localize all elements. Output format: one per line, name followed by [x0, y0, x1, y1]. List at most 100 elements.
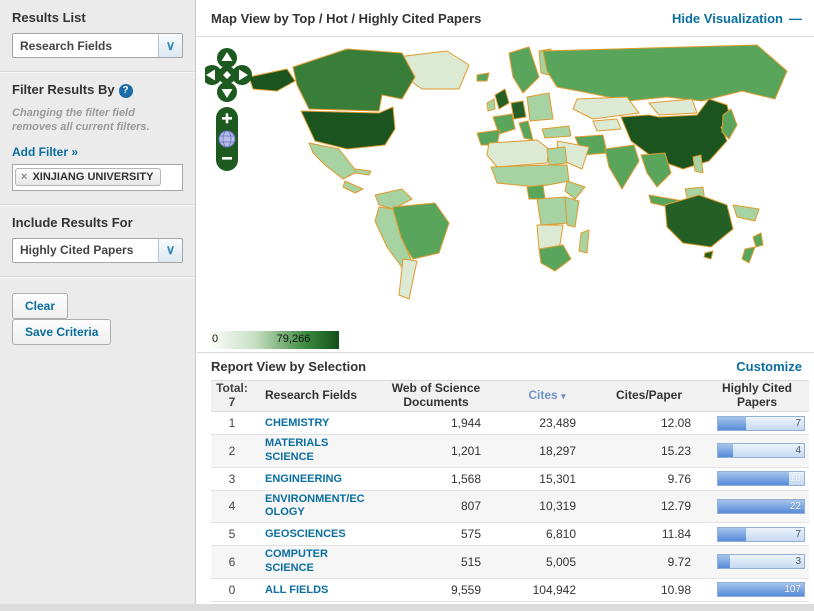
chevron-down-icon: ∨ — [158, 239, 182, 262]
cites-sort-link[interactable]: Cites ▾ — [528, 388, 565, 402]
map-controls[interactable] — [205, 45, 255, 177]
col-research-fields: Research Fields — [253, 389, 371, 403]
region-north-africa — [487, 140, 549, 167]
report-title: Report View by Selection — [211, 359, 736, 374]
filter-tag-label: XINJIANG UNIVERSITY — [32, 171, 153, 183]
region-central-asia — [593, 119, 621, 131]
filter-input[interactable]: × XINJIANG UNIVERSITY — [12, 164, 183, 191]
clear-button[interactable]: Clear — [12, 293, 68, 319]
country-australia — [665, 195, 733, 247]
sidebar: Results List Research Fields ∨ Filter Re… — [0, 0, 196, 611]
map-view: 0 79,266 — [197, 37, 814, 352]
hide-visualization-link[interactable]: Hide Visualization— — [672, 11, 802, 26]
row-cites: 104,942 — [501, 583, 593, 597]
country-mongolia — [649, 99, 697, 115]
results-list-heading: Results List — [12, 10, 183, 25]
table-row: 1 CHEMISTRY 1,944 23,489 12.08 7 — [211, 412, 809, 435]
zoom-control — [216, 107, 238, 171]
country-cuba — [355, 169, 371, 175]
country-iceland — [477, 73, 489, 81]
map-legend: 0 79,266 — [209, 331, 339, 349]
row-rank: 3 — [211, 472, 253, 486]
country-south-africa — [539, 245, 571, 271]
country-italy — [519, 121, 533, 140]
research-field-link[interactable]: ENVIRONMENT/ECOLOGY — [265, 493, 365, 521]
region-horn-of-africa — [565, 181, 585, 199]
remove-filter-icon[interactable]: × — [21, 171, 27, 183]
customize-link[interactable]: Customize — [736, 359, 802, 374]
pan-control — [205, 48, 252, 102]
country-russia — [543, 45, 787, 101]
filter-note: Changing the filter field removes all cu… — [12, 106, 183, 135]
add-filter-link[interactable]: Add Filter » — [12, 145, 78, 159]
country-usa — [301, 107, 395, 149]
country-alaska — [249, 69, 295, 91]
filter-heading: Filter Results By? — [12, 82, 183, 98]
research-field-link[interactable]: ALL FIELDS — [265, 584, 328, 598]
results-list-select[interactable]: Research Fields ∨ — [12, 33, 183, 58]
zoom-out-icon — [222, 157, 232, 160]
results-list-selected-value: Research Fields — [13, 39, 158, 53]
filter-section: Filter Results By? Changing the filter f… — [0, 72, 195, 205]
table-row: 0 ALL FIELDS 9,559 104,942 10.98 107 — [211, 579, 809, 602]
region-sahel — [491, 165, 569, 187]
row-rank: 0 — [211, 583, 253, 597]
region-congo — [537, 197, 569, 225]
row-docs: 515 — [371, 555, 501, 569]
country-philippines — [693, 155, 703, 173]
highly-cited-bar: 18 — [717, 471, 805, 486]
research-field-link[interactable]: MATERIALS SCIENCE — [265, 437, 365, 465]
row-cites-per-paper: 9.72 — [593, 555, 705, 569]
bar-value: 4 — [795, 445, 801, 456]
highly-cited-bar: 3 — [717, 554, 805, 569]
row-cites: 23,489 — [501, 416, 593, 430]
help-icon[interactable]: ? — [119, 84, 133, 98]
region-east-africa — [565, 197, 579, 227]
row-docs: 1,944 — [371, 416, 501, 430]
chevron-down-icon: ∨ — [158, 34, 182, 57]
row-cites: 5,005 — [501, 555, 593, 569]
row-cites-per-paper: 15.23 — [593, 444, 705, 458]
row-docs: 1,568 — [371, 472, 501, 486]
row-docs: 807 — [371, 499, 501, 513]
report-section: Report View by Selection Customize Total… — [197, 352, 814, 602]
research-field-link[interactable]: CHEMISTRY — [265, 417, 329, 431]
region-eastern-europe — [527, 93, 553, 121]
country-madagascar — [579, 230, 589, 253]
legend-max: 79,266 — [277, 333, 311, 345]
bar-value: 107 — [784, 584, 801, 595]
include-results-heading: Include Results For — [12, 215, 183, 230]
country-new-zealand-north — [753, 233, 763, 247]
row-rank: 4 — [211, 499, 253, 513]
region-central-america — [343, 181, 363, 193]
country-uk — [495, 89, 509, 109]
research-field-link[interactable]: GEOSCIENCES — [265, 528, 346, 542]
save-criteria-button[interactable]: Save Criteria — [12, 319, 111, 345]
highly-cited-bar: 4 — [717, 443, 805, 458]
row-cites: 6,810 — [501, 527, 593, 541]
row-rank: 6 — [211, 555, 253, 569]
region-tasmania — [704, 251, 713, 259]
sidebar-buttons: Clear Save Criteria — [0, 277, 195, 358]
highly-cited-bar: 107 — [717, 582, 805, 597]
row-cites-per-paper: 11.84 — [593, 527, 705, 541]
row-cites-per-paper: 9.76 — [593, 472, 705, 486]
col-cites: Cites ▾ — [501, 389, 593, 403]
legend-min: 0 — [212, 333, 218, 345]
bar-value: 22 — [790, 501, 801, 512]
include-results-select[interactable]: Highly Cited Papers ∨ — [12, 238, 183, 263]
main-panel: Map View by Top / Hot / Highly Cited Pap… — [197, 0, 814, 611]
research-field-link[interactable]: ENGINEERING — [265, 473, 342, 487]
highly-cited-bar: 7 — [717, 416, 805, 431]
bar-value: 7 — [795, 529, 801, 540]
sort-desc-icon: ▾ — [561, 391, 566, 401]
bar-value: 7 — [795, 418, 801, 429]
world-map[interactable] — [197, 37, 814, 337]
map-title: Map View by Top / Hot / Highly Cited Pap… — [211, 11, 672, 26]
row-docs: 575 — [371, 527, 501, 541]
report-header: Report View by Selection Customize — [197, 353, 814, 380]
page-bottom-edge — [0, 604, 814, 611]
research-field-link[interactable]: COMPUTER SCIENCE — [265, 548, 365, 576]
row-cites-per-paper: 10.98 — [593, 583, 705, 597]
collapse-icon: — — [789, 11, 802, 26]
